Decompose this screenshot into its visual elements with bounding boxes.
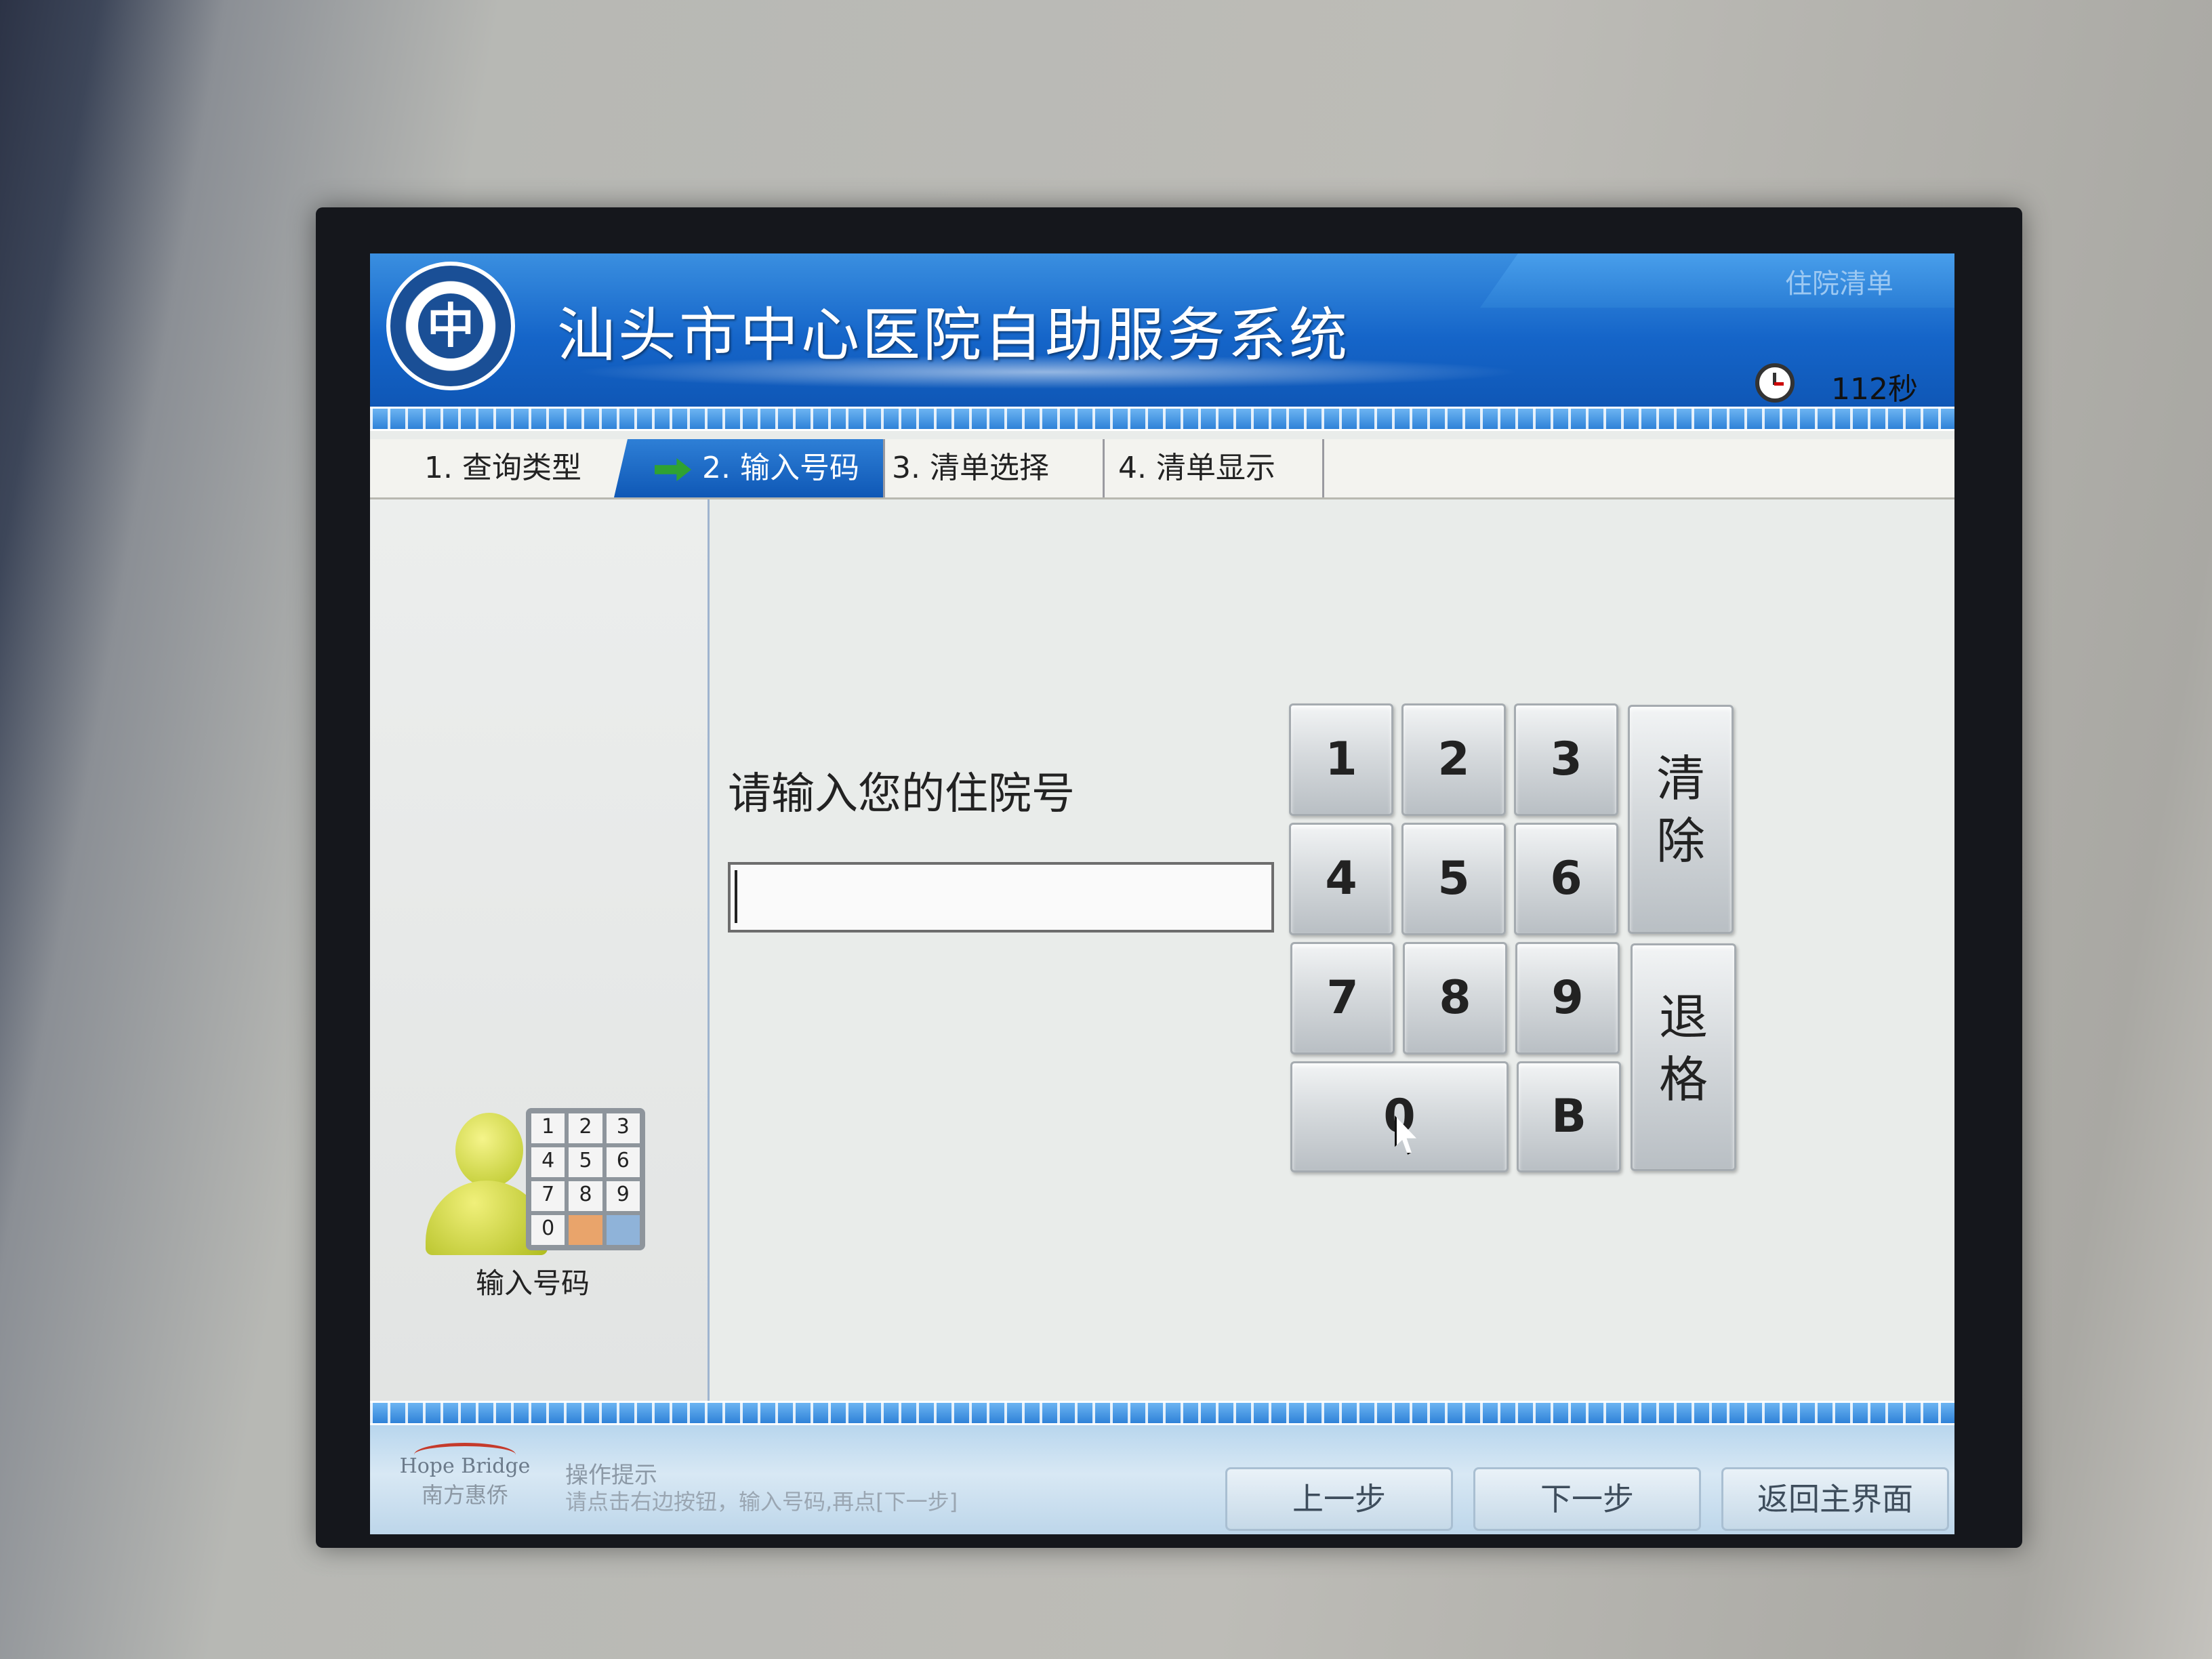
keypad-icon-digit: 7 xyxy=(531,1181,565,1211)
key-6[interactable]: 6 xyxy=(1514,823,1618,935)
vendor-logo: Hope Bridge 南方惠侨 xyxy=(397,1443,533,1517)
backspace-button[interactable]: 退格 xyxy=(1631,943,1736,1171)
countdown-timer: 112秒 xyxy=(1831,372,1918,407)
keypad-icon-digit: 5 xyxy=(569,1147,602,1177)
step-1: 1. 查询类型 xyxy=(370,439,641,497)
step-4-label: 4. 清单显示 xyxy=(1118,451,1275,485)
clear-label: 清除 xyxy=(1656,750,1706,869)
keypad-icon-digit: 9 xyxy=(606,1181,640,1211)
key-8[interactable]: 8 xyxy=(1403,942,1507,1054)
keypad-icon-blue-key xyxy=(606,1215,640,1245)
keypad-icon-orange-key xyxy=(569,1215,602,1245)
footer-pattern-band xyxy=(370,1401,1954,1425)
keypad-icon-digit: 8 xyxy=(569,1181,602,1211)
key-b[interactable]: B xyxy=(1517,1061,1621,1172)
prev-step-button[interactable]: 上一步 xyxy=(1225,1467,1453,1531)
home-button[interactable]: 返回主界面 xyxy=(1721,1467,1949,1531)
kiosk-screen: 中 汕头市中心医院自助服务系统 住院清单 112秒 1. 查询类型 2. 输入号… xyxy=(370,253,1954,1534)
key-0[interactable]: 0 xyxy=(1290,1061,1509,1172)
key-5[interactable]: 5 xyxy=(1401,823,1506,935)
step-3: 3. 清单选择 xyxy=(885,439,1105,497)
keypad-icon-digit: 0 xyxy=(531,1215,565,1245)
page-label: 住院清单 xyxy=(1785,268,1893,300)
person-head xyxy=(455,1113,523,1187)
vendor-logo-en: Hope Bridge xyxy=(399,1454,531,1478)
keypad-icon-digit: 6 xyxy=(606,1147,640,1177)
logo-emblem: 中 xyxy=(418,293,483,359)
key-2[interactable]: 2 xyxy=(1401,703,1506,816)
hospital-number-input[interactable] xyxy=(728,862,1274,933)
header-banner: 中 汕头市中心医院自助服务系统 住院清单 112秒 xyxy=(370,253,1954,407)
vendor-logo-cn: 南方惠侨 xyxy=(421,1482,508,1508)
step-1-label: 1. 查询类型 xyxy=(424,451,581,485)
arrow-right-icon xyxy=(655,458,691,481)
footer-bar: Hope Bridge 南方惠侨 操作提示 请点击右边按钮，输入号码,再点[下一… xyxy=(370,1401,1954,1534)
step-2-active: 2. 输入号码 xyxy=(614,439,885,497)
keypad-icon-digit: 1 xyxy=(531,1113,565,1143)
keypad-icon-digit: 2 xyxy=(569,1113,602,1143)
next-step-button[interactable]: 下一步 xyxy=(1473,1467,1701,1531)
step-2-label: 2. 输入号码 xyxy=(702,451,859,485)
key-1[interactable]: 1 xyxy=(1289,703,1393,816)
key-9[interactable]: 9 xyxy=(1515,942,1620,1054)
text-caret xyxy=(735,870,737,923)
hint-text: 请点击右边按钮，输入号码,再点[下一步] xyxy=(565,1489,958,1515)
step-indicator: 1. 查询类型 2. 输入号码 3. 清单选择 4. 清单显示 xyxy=(370,439,1954,499)
left-panel: 1 2 3 4 5 6 7 8 9 0 输入号码 xyxy=(370,499,710,1401)
key-7[interactable]: 7 xyxy=(1290,942,1395,1054)
key-4[interactable]: 4 xyxy=(1289,823,1393,935)
clock-icon xyxy=(1755,363,1795,403)
step-4: 4. 清单显示 xyxy=(1105,439,1324,497)
sidebar-label: 输入号码 xyxy=(475,1267,590,1300)
input-prompt: 请输入您的住院号 xyxy=(728,769,1075,819)
clear-button[interactable]: 清除 xyxy=(1628,705,1734,934)
key-3[interactable]: 3 xyxy=(1514,703,1618,816)
header-pattern-band xyxy=(370,407,1954,431)
backspace-label: 退格 xyxy=(1659,989,1708,1108)
keypad-icon: 1 2 3 4 5 6 7 8 9 0 xyxy=(526,1108,645,1250)
app-title: 汕头市中心医院自助服务系统 xyxy=(557,302,1350,369)
keypad-icon-digit: 4 xyxy=(531,1147,565,1177)
keypad-icon-digit: 3 xyxy=(606,1113,640,1143)
step-3-label: 3. 清单选择 xyxy=(892,451,1049,485)
hospital-logo-icon: 中 xyxy=(386,262,515,390)
